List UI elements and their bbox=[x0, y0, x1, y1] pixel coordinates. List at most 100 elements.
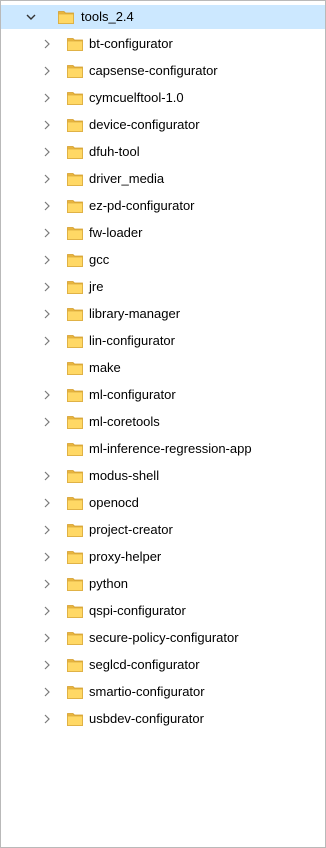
tree-item-label: bt-configurator bbox=[89, 36, 173, 51]
chevron-right-icon[interactable] bbox=[41, 686, 53, 698]
chevron-right-icon[interactable] bbox=[41, 119, 53, 131]
chevron-right-icon[interactable] bbox=[41, 92, 53, 104]
tree-item-label: usbdev-configurator bbox=[89, 711, 204, 726]
folder-icon bbox=[67, 172, 83, 186]
tree-item-label: capsense-configurator bbox=[89, 63, 218, 78]
chevron-right-icon[interactable] bbox=[41, 713, 53, 725]
folder-icon bbox=[67, 361, 83, 375]
chevron-right-icon[interactable] bbox=[41, 389, 53, 401]
chevron-right-icon[interactable] bbox=[41, 659, 53, 671]
chevron-right-icon[interactable] bbox=[41, 497, 53, 509]
tree-item-folder[interactable]: ml-configurator bbox=[1, 383, 325, 407]
tree-item-label: jre bbox=[89, 279, 104, 294]
chevron-right-icon[interactable] bbox=[41, 335, 53, 347]
tree-item-folder[interactable]: python bbox=[1, 572, 325, 596]
folder-icon bbox=[67, 253, 83, 267]
folder-icon bbox=[67, 550, 83, 564]
folder-icon bbox=[67, 658, 83, 672]
chevron-right-icon[interactable] bbox=[41, 308, 53, 320]
tree-item-label: fw-loader bbox=[89, 225, 143, 240]
tree-item-folder[interactable]: lin-configurator bbox=[1, 329, 325, 353]
tree-item-label: seglcd-configurator bbox=[89, 657, 200, 672]
tree-item-folder[interactable]: bt-configurator bbox=[1, 32, 325, 56]
tree-item-label: device-configurator bbox=[89, 117, 200, 132]
tree-item-label: dfuh-tool bbox=[89, 144, 140, 159]
folder-tree: tools_2.4 bt-configurator capsense-configu… bbox=[0, 0, 326, 848]
tree-item-folder[interactable]: ml-inference-regression-app bbox=[1, 437, 325, 461]
chevron-right-icon[interactable] bbox=[41, 470, 53, 482]
tree-item-label: make bbox=[89, 360, 121, 375]
tree-item-label: lin-configurator bbox=[89, 333, 175, 348]
tree-item-folder[interactable]: proxy-helper bbox=[1, 545, 325, 569]
tree-item-folder[interactable]: jre bbox=[1, 275, 325, 299]
folder-icon bbox=[67, 145, 83, 159]
folder-icon bbox=[67, 604, 83, 618]
tree-item-label: project-creator bbox=[89, 522, 173, 537]
tree-item-label: tools_2.4 bbox=[81, 9, 134, 24]
tree-item-folder[interactable]: gcc bbox=[1, 248, 325, 272]
folder-icon bbox=[67, 226, 83, 240]
tree-item-folder[interactable]: seglcd-configurator bbox=[1, 653, 325, 677]
folder-icon bbox=[67, 469, 83, 483]
tree-item-label: ml-configurator bbox=[89, 387, 176, 402]
chevron-right-icon[interactable] bbox=[41, 200, 53, 212]
tree-item-label: ml-coretools bbox=[89, 414, 160, 429]
folder-icon bbox=[67, 37, 83, 51]
chevron-right-icon[interactable] bbox=[41, 281, 53, 293]
tree-item-label: proxy-helper bbox=[89, 549, 162, 564]
chevron-right-icon[interactable] bbox=[41, 605, 53, 617]
tree-item-label: library-manager bbox=[89, 306, 181, 321]
tree-item-root[interactable]: tools_2.4 bbox=[1, 5, 325, 29]
folder-icon bbox=[67, 577, 83, 591]
tree-item-folder[interactable]: device-configurator bbox=[1, 113, 325, 137]
tree-item-label: secure-policy-configurator bbox=[89, 630, 239, 645]
tree-item-folder[interactable]: make bbox=[1, 356, 325, 380]
tree-item-label: ml-inference-regression-app bbox=[89, 441, 252, 456]
chevron-right-icon[interactable] bbox=[41, 524, 53, 536]
tree-item-folder[interactable]: ml-coretools bbox=[1, 410, 325, 434]
chevron-right-icon[interactable] bbox=[41, 632, 53, 644]
folder-icon bbox=[67, 334, 83, 348]
tree-item-folder[interactable]: fw-loader bbox=[1, 221, 325, 245]
tree-item-label: cymcuelftool-1.0 bbox=[89, 90, 184, 105]
folder-icon bbox=[67, 712, 83, 726]
tree-item-folder[interactable]: capsense-configurator bbox=[1, 59, 325, 83]
tree-item-label: python bbox=[89, 576, 129, 591]
tree-item-folder[interactable]: driver_media bbox=[1, 167, 325, 191]
tree-item-folder[interactable]: secure-policy-configurator bbox=[1, 626, 325, 650]
folder-icon bbox=[67, 523, 83, 537]
chevron-right-icon[interactable] bbox=[41, 227, 53, 239]
folder-icon bbox=[67, 685, 83, 699]
tree-item-folder[interactable]: qspi-configurator bbox=[1, 599, 325, 623]
folder-icon bbox=[67, 388, 83, 402]
chevron-right-icon[interactable] bbox=[41, 38, 53, 50]
tree-item-folder[interactable]: usbdev-configurator bbox=[1, 707, 325, 731]
chevron-right-icon[interactable] bbox=[41, 146, 53, 158]
chevron-right-icon[interactable] bbox=[41, 254, 53, 266]
tree-item-label: openocd bbox=[89, 495, 139, 510]
tree-item-folder[interactable]: openocd bbox=[1, 491, 325, 515]
chevron-right-icon[interactable] bbox=[41, 173, 53, 185]
tree-item-label: driver_media bbox=[89, 171, 165, 186]
folder-icon bbox=[67, 496, 83, 510]
tree-item-folder[interactable]: ez-pd-configurator bbox=[1, 194, 325, 218]
tree-item-folder[interactable]: modus-shell bbox=[1, 464, 325, 488]
tree-item-label: qspi-configurator bbox=[89, 603, 186, 618]
tree-item-folder[interactable]: smartio-configurator bbox=[1, 680, 325, 704]
chevron-right-icon[interactable] bbox=[41, 65, 53, 77]
tree-item-folder[interactable]: project-creator bbox=[1, 518, 325, 542]
folder-icon bbox=[67, 199, 83, 213]
tree-item-folder[interactable]: library-manager bbox=[1, 302, 325, 326]
folder-icon bbox=[67, 118, 83, 132]
chevron-down-icon[interactable] bbox=[25, 11, 37, 23]
tree-item-label: modus-shell bbox=[89, 468, 160, 483]
tree-item-folder[interactable]: dfuh-tool bbox=[1, 140, 325, 164]
folder-icon bbox=[67, 631, 83, 645]
chevron-right-icon[interactable] bbox=[41, 551, 53, 563]
folder-icon bbox=[67, 91, 83, 105]
folder-icon bbox=[67, 442, 83, 456]
chevron-right-icon[interactable] bbox=[41, 578, 53, 590]
chevron-right-icon[interactable] bbox=[41, 416, 53, 428]
tree-item-folder[interactable]: cymcuelftool-1.0 bbox=[1, 86, 325, 110]
folder-icon bbox=[67, 280, 83, 294]
